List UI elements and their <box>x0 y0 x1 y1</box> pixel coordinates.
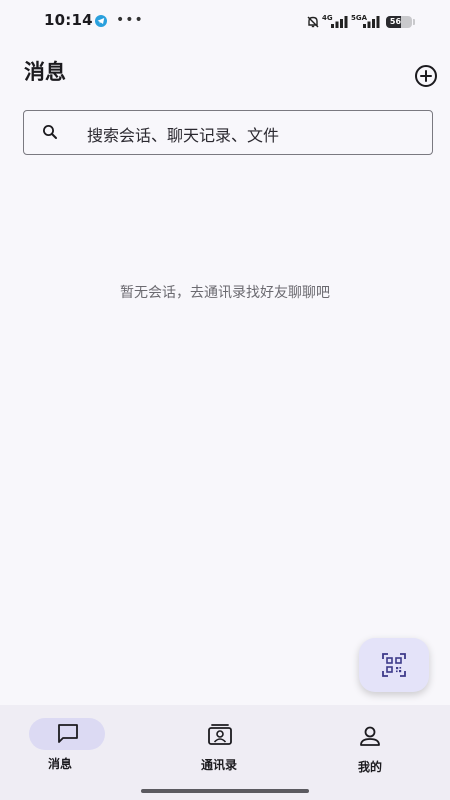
battery-icon: 56 <box>386 16 412 28</box>
nav-item-me[interactable]: 我的 <box>310 705 430 785</box>
mute-icon <box>307 16 319 28</box>
nav-label-me: 我的 <box>357 760 382 774</box>
contacts-icon <box>208 724 232 745</box>
search-input[interactable]: 搜索会话、聊天记录、文件 <box>23 110 433 155</box>
search-icon <box>43 125 57 139</box>
battery-tip <box>413 19 415 25</box>
home-indicator <box>141 789 309 793</box>
nav-label-messages: 消息 <box>47 757 72 771</box>
nav-item-messages[interactable]: 消息 <box>0 705 120 785</box>
scan-button[interactable] <box>359 638 429 692</box>
person-icon <box>360 726 380 746</box>
telegram-icon <box>95 15 107 27</box>
add-button[interactable] <box>414 64 438 88</box>
qr-scan-icon <box>382 653 406 677</box>
signal-icon-2 <box>363 16 380 28</box>
page-title: 消息 <box>24 60 66 84</box>
chat-bubble-icon <box>58 724 78 743</box>
nav-item-contacts[interactable]: 通讯录 <box>159 705 279 785</box>
status-bar: 10:14 ••• 4G 5GA 56 <box>0 0 450 44</box>
empty-state-hint: 暂无会话，去通讯录找好友聊聊吧 <box>120 285 330 301</box>
signal-icon-1 <box>331 16 348 28</box>
more-dots-icon: ••• <box>116 12 144 28</box>
battery-percent: 56 <box>389 17 402 26</box>
nav-label-contacts: 通讯录 <box>200 758 237 772</box>
bottom-nav: 消息 通讯录 我的 <box>0 705 450 800</box>
status-time: 10:14 <box>44 11 93 29</box>
plus-circle-icon <box>415 65 437 87</box>
search-placeholder: 搜索会话、聊天记录、文件 <box>87 126 280 145</box>
